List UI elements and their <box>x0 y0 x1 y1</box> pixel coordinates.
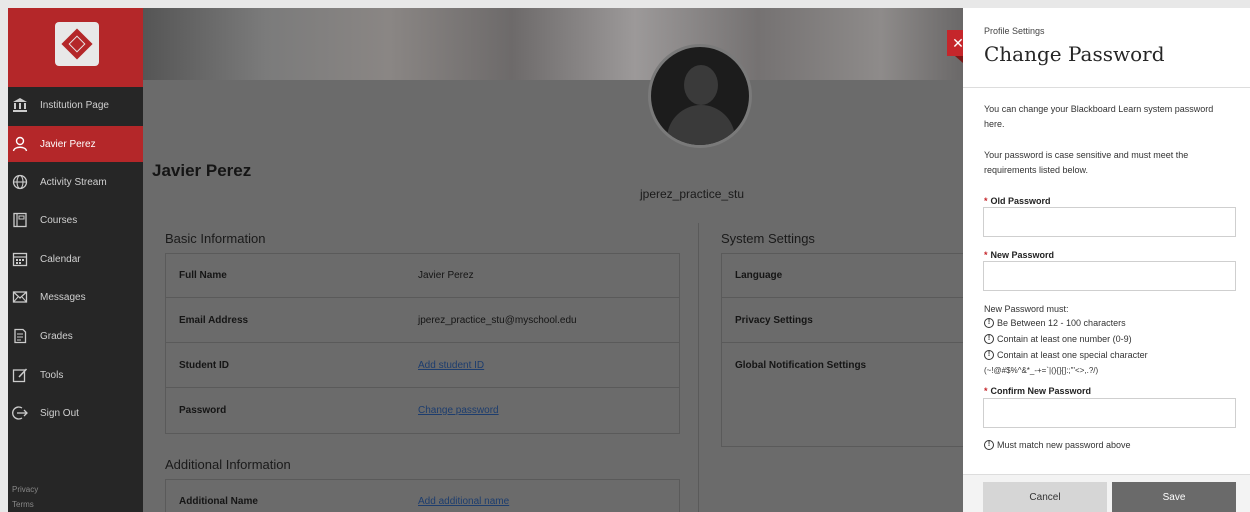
terms-link[interactable]: Terms <box>12 500 34 509</box>
user-icon <box>12 136 28 152</box>
panel-title: Change Password <box>984 42 1165 66</box>
cancel-button[interactable]: Cancel <box>983 482 1107 512</box>
add-additional-name-link[interactable]: Add additional name <box>418 496 509 507</box>
sidebar-item-messages[interactable]: Messages <box>8 279 143 315</box>
confirm-password-input[interactable] <box>983 398 1236 428</box>
privacy-settings-label: Privacy Settings <box>735 315 813 326</box>
language-label: Language <box>735 270 783 281</box>
panel-header: Profile Settings Change Password <box>963 8 1250 88</box>
profile-name: Javier Perez <box>152 161 252 180</box>
sidebar-item-label: Javier Perez <box>40 138 96 150</box>
sidebar-item-tools[interactable]: Tools <box>8 357 143 393</box>
basic-information-title: Basic Information <box>165 231 266 246</box>
additional-name-row: Additional Name Add additional name <box>166 480 679 512</box>
sidebar-item-label: Messages <box>40 291 86 303</box>
sidebar-item-courses[interactable]: Courses <box>8 202 143 238</box>
additional-name-label: Additional Name <box>179 496 258 507</box>
system-settings-card: Language Privacy Settings Global Notific… <box>721 253 963 447</box>
additional-information-card: Additional Name Add additional name <box>165 479 680 512</box>
password-label: Password <box>179 405 227 416</box>
grades-icon <box>12 328 28 344</box>
email-row: Email Address jperez_practice_stu@myscho… <box>166 299 679 343</box>
sidebar-item-sign-out[interactable]: Sign Out <box>8 395 143 431</box>
full-name-value: Javier Perez <box>418 270 474 281</box>
basic-information-card: Full Name Javier Perez Email Address jpe… <box>165 253 680 434</box>
sidebar-item-label: Calendar <box>40 253 81 265</box>
info-icon: ! <box>984 334 994 344</box>
change-password-panel: Profile Settings Change Password You can… <box>963 8 1250 512</box>
profile-avatar[interactable] <box>648 44 752 148</box>
new-password-input[interactable] <box>983 261 1236 291</box>
messages-icon <box>12 289 28 305</box>
full-name-label: Full Name <box>179 270 227 281</box>
sidebar-item-activity-stream[interactable]: Activity Stream <box>8 164 143 200</box>
courses-icon <box>12 212 28 228</box>
old-password-label: * Old Password <box>984 196 1051 206</box>
tools-icon <box>12 367 28 383</box>
global-notification-settings-row[interactable]: Global Notification Settings <box>722 344 963 388</box>
student-id-label: Student ID <box>179 360 229 371</box>
requirements-title: New Password must: <box>984 304 1069 314</box>
change-password-link[interactable]: Change password <box>418 405 499 416</box>
new-password-label: * New Password <box>984 250 1055 260</box>
old-password-input[interactable] <box>983 207 1236 237</box>
sidebar-item-label: Institution Page <box>40 99 109 111</box>
sidebar-item-label: Tools <box>40 369 64 381</box>
sidebar: Institution Page Javier Perez Activity S… <box>8 8 143 512</box>
email-value: jperez_practice_stu@myschool.edu <box>418 315 577 326</box>
sidebar-item-calendar[interactable]: Calendar <box>8 241 143 277</box>
privacy-link[interactable]: Privacy <box>12 485 38 494</box>
panel-intro: You can change your Blackboard Learn sys… <box>984 104 1214 129</box>
special-characters-list: (~!@#$%^&*_-+=`|(){}[]:;"'<>,.?/) <box>984 366 1099 375</box>
profile-main: Javier Perez jperez_practice_stu Basic I… <box>143 8 963 512</box>
sidebar-item-label: Grades <box>40 330 73 342</box>
password-row: Password Change password <box>166 389 679 433</box>
add-student-id-link[interactable]: Add student ID <box>418 360 484 371</box>
sidebar-item-label: Activity Stream <box>40 176 107 188</box>
requirement-number: ! Contain at least one number (0-9) <box>984 334 1132 344</box>
logo-area[interactable] <box>8 8 143 87</box>
sidebar-item-label: Courses <box>40 214 78 226</box>
confirm-hint: ! Must match new password above <box>984 440 1131 450</box>
blackboard-logo <box>55 22 99 66</box>
panel-rules-intro: Your password is case sensitive and must… <box>984 150 1189 175</box>
column-divider <box>698 223 699 512</box>
panel-kicker: Profile Settings <box>984 26 1045 36</box>
institution-icon <box>12 97 28 113</box>
additional-information-title: Additional Information <box>165 457 291 472</box>
sign-out-icon <box>12 405 28 421</box>
globe-icon <box>12 174 28 190</box>
app-frame: Institution Page Javier Perez Activity S… <box>0 0 1250 512</box>
save-button[interactable]: Save <box>1112 482 1236 512</box>
language-row[interactable]: Language <box>722 254 963 298</box>
sidebar-item-institution-page[interactable]: Institution Page <box>8 87 143 123</box>
confirm-password-label: * Confirm New Password <box>984 386 1092 396</box>
info-icon: ! <box>984 440 994 450</box>
privacy-settings-row[interactable]: Privacy Settings <box>722 299 963 343</box>
sidebar-item-label: Sign Out <box>40 407 79 419</box>
student-id-row: Student ID Add student ID <box>166 344 679 388</box>
profile-username: jperez_practice_stu <box>640 187 745 201</box>
global-notification-settings-label: Global Notification Settings <box>735 360 867 371</box>
info-icon: ! <box>984 350 994 360</box>
info-icon: ! <box>984 318 994 328</box>
profile-banner <box>143 8 963 80</box>
sidebar-item-grades[interactable]: Grades <box>8 318 143 354</box>
requirement-length: ! Be Between 12 - 100 characters <box>984 318 1126 328</box>
full-name-row: Full Name Javier Perez <box>166 254 679 298</box>
sidebar-item-profile[interactable]: Javier Perez <box>8 126 143 162</box>
email-label: Email Address <box>179 315 249 326</box>
calendar-icon <box>12 251 28 267</box>
system-settings-title: System Settings <box>721 231 815 246</box>
requirement-special: ! Contain at least one special character <box>984 350 1148 360</box>
